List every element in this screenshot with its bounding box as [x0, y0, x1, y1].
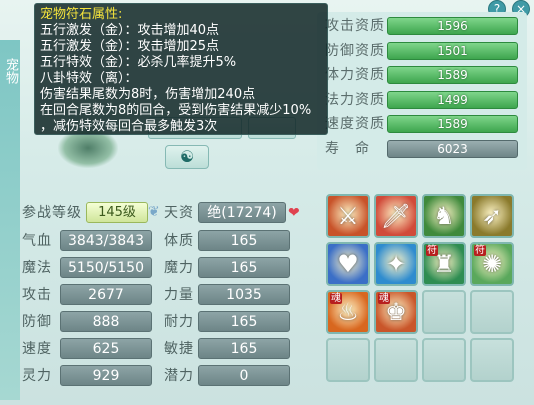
- tooltip-line: 五行激发（金）：攻击增加25点: [40, 39, 220, 54]
- attribute-value: 625: [60, 338, 152, 359]
- attribute-row: 防御 888 耐力 165: [14, 311, 310, 333]
- talent-label: 天资: [164, 205, 194, 221]
- skill-slot[interactable]: ♨ 魂: [326, 290, 370, 334]
- attribute-value: 1035: [198, 284, 290, 305]
- aptitude-value: 1499: [387, 90, 518, 109]
- attribute-value: 929: [60, 365, 152, 386]
- light-pillar-icon: ✦: [385, 250, 407, 278]
- aptitude-value: 6023: [387, 139, 518, 158]
- level-label: 参战等级: [22, 205, 82, 221]
- tooltip-line: ，减伤特效每回合最多触发3次: [40, 119, 218, 134]
- skill-slot[interactable]: ➶: [470, 194, 514, 238]
- attribute-panel: 参战等级 145级 ❦ 天资 绝(17274) ❤ 气血 3843/3843 体质 1…: [14, 192, 310, 404]
- attribute-label: 敏捷: [164, 341, 194, 357]
- skill-slot[interactable]: ♜ 符: [422, 242, 466, 286]
- attribute-label: 潜力: [164, 368, 194, 384]
- skill-tag: 魂: [330, 293, 342, 304]
- aptitude-row: 防御资质 1501: [317, 41, 527, 61]
- sword-strike-icon: ⚔: [337, 202, 359, 230]
- attribute-row: 魔法 5150/5150 魔力 165: [14, 257, 310, 279]
- yin-yang-button[interactable]: ☯: [165, 145, 209, 169]
- attribute-value: 165: [198, 338, 290, 359]
- empty-skill-slot[interactable]: [422, 290, 466, 334]
- empty-skill-slot[interactable]: [326, 338, 370, 382]
- level-badge: 145级: [86, 202, 148, 223]
- attribute-value: 165: [198, 311, 290, 332]
- skill-tag: 魂: [378, 293, 390, 304]
- heart-shield-icon: ♥: [337, 250, 359, 278]
- aptitude-row: 体力资质 1589: [317, 65, 527, 85]
- attribute-value: 3843/3843: [60, 230, 152, 251]
- tooltip-title: 宠物符石属性:: [40, 7, 123, 22]
- attribute-label: 体质: [164, 233, 194, 249]
- rune-attribute-tooltip: 宠物符石属性: 五行激发（金）：攻击增加40点 五行激发（金）：攻击增加25点 五行…: [34, 3, 328, 135]
- attribute-value: 0: [198, 365, 290, 386]
- attribute-value: 165: [198, 230, 290, 251]
- attribute-label: 速度: [22, 341, 52, 357]
- tooltip-line: 在回合尾数为8的回合，受到伤害结果减少10%: [40, 103, 312, 118]
- skill-slot[interactable]: ♥: [326, 242, 370, 286]
- wing-icon: ❦: [148, 204, 160, 220]
- skill-slot[interactable]: ♚ 魂: [374, 290, 418, 334]
- skill-slot[interactable]: 🗡: [374, 194, 418, 238]
- aptitude-value: 1589: [387, 115, 518, 133]
- attribute-label: 防御: [22, 314, 52, 330]
- empty-skill-slot[interactable]: [374, 338, 418, 382]
- blade-icon: 🗡: [380, 202, 412, 230]
- aptitude-label: 体力资质: [325, 67, 385, 83]
- aptitude-label: 法力资质: [325, 91, 385, 108]
- aptitude-row: 速度资质 1589: [317, 114, 527, 134]
- attribute-label: 魔力: [164, 260, 194, 276]
- empty-skill-slot[interactable]: [470, 290, 514, 334]
- aptitude-label: 寿 命: [325, 140, 370, 157]
- aptitude-label: 防御资质: [325, 42, 385, 59]
- boot-icon: ➶: [481, 202, 503, 230]
- empty-skill-slot[interactable]: [422, 338, 466, 382]
- attribute-value: 5150/5150: [60, 257, 152, 278]
- aptitude-value: 1596: [387, 17, 518, 35]
- attribute-label: 灵力: [22, 368, 52, 384]
- skill-slot[interactable]: ⚔: [326, 194, 370, 238]
- aptitude-label: 攻击资质: [325, 18, 385, 34]
- heart-icon[interactable]: ❤: [288, 205, 300, 221]
- aptitude-row: 攻击资质 1596: [317, 16, 527, 36]
- attribute-label: 魔法: [22, 260, 52, 276]
- attribute-label: 气血: [22, 233, 52, 249]
- level-row: 参战等级 145级 ❦ 天资 绝(17274) ❤: [14, 202, 310, 224]
- aptitude-row: 法力资质 1499: [317, 90, 527, 110]
- aptitude-panel: 攻击资质 1596 防御资质 1501 体力资质 1589 法力资质 1499 速度资质 1589…: [317, 12, 527, 170]
- yin-yang-icon: ☯: [179, 147, 195, 166]
- attribute-value: 888: [60, 311, 152, 332]
- attribute-label: 力量: [164, 287, 194, 303]
- tooltip-line: 伤害结果尾数为8时，伤害增加240点: [40, 87, 256, 102]
- skill-slot[interactable]: ✺ 符: [470, 242, 514, 286]
- skill-grid: ⚔ 🗡 ♞ ➶ ♥ ✦ ♜ 符 ✺ 符 ♨ 魂 ♚ 魂: [326, 194, 520, 386]
- attribute-row: 灵力 929 潜力 0: [14, 365, 310, 387]
- empty-skill-slot[interactable]: [470, 338, 514, 382]
- skill-slot[interactable]: ♞: [422, 194, 466, 238]
- skill-tag: 符: [426, 245, 438, 256]
- tooltip-line: 五行激发（金）：攻击增加40点: [40, 23, 220, 38]
- attribute-row: 攻击 2677 力量 1035: [14, 284, 310, 306]
- attribute-label: 耐力: [164, 314, 194, 330]
- attribute-label: 攻击: [22, 287, 52, 303]
- attribute-row: 速度 625 敏捷 165: [14, 338, 310, 360]
- tooltip-line: 八卦特效（离）：: [40, 71, 138, 86]
- attribute-value: 2677: [60, 284, 152, 305]
- tooltip-line: 五行特效（金）：必杀几率提升5%: [40, 55, 237, 70]
- skill-tag: 符: [474, 245, 486, 256]
- side-tab-label: 宠物: [3, 58, 18, 84]
- attribute-row: 气血 3843/3843 体质 165: [14, 230, 310, 252]
- aptitude-value: 1589: [387, 66, 518, 84]
- attribute-value: 165: [198, 257, 290, 278]
- aptitude-label: 速度资质: [325, 116, 385, 132]
- aptitude-row: 寿 命 6023: [317, 139, 527, 159]
- talent-value: 绝(17274): [198, 202, 286, 223]
- aptitude-value: 1501: [387, 41, 518, 60]
- warrior-icon: ♞: [433, 202, 455, 230]
- skill-slot[interactable]: ✦: [374, 242, 418, 286]
